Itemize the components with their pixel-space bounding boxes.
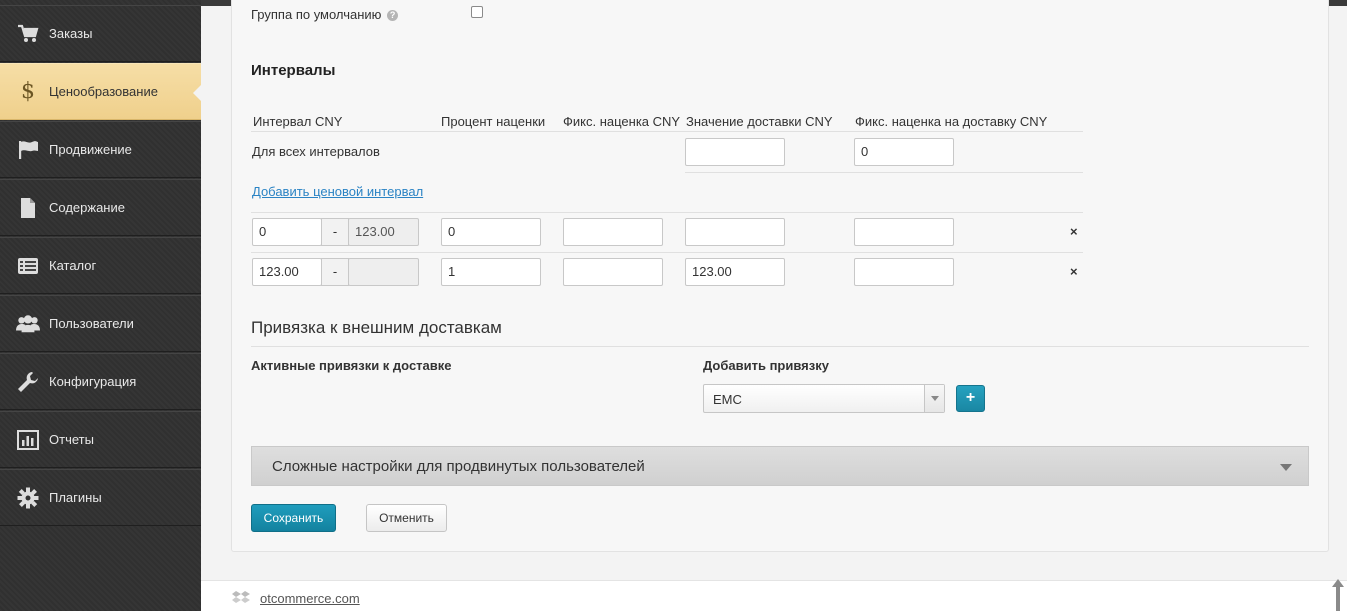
binding-title: Привязка к внешним доставкам — [251, 318, 502, 337]
divider — [251, 212, 1083, 213]
sidebar-item-label: Плагины — [49, 490, 102, 505]
chevron-down-icon[interactable] — [924, 385, 944, 412]
sidebar-item-label: Конфигурация — [49, 374, 137, 389]
sidebar-item-label: Содержание — [49, 200, 125, 215]
sidebar-item-label: Ценообразование — [49, 84, 158, 99]
cart-icon — [16, 23, 40, 45]
divider — [251, 131, 1083, 132]
document-icon — [16, 197, 40, 219]
sidebar-item-label: Каталог — [49, 258, 97, 273]
all-fixed-delivery-input[interactable]: 0 — [854, 138, 954, 166]
interval-to-input — [348, 258, 419, 286]
interval-separator: - — [321, 258, 349, 286]
all-intervals-label: Для всех интервалов — [252, 144, 380, 159]
otcommerce-logo-icon — [232, 590, 252, 607]
remove-interval-button[interactable]: × — [1070, 224, 1078, 239]
advanced-settings-accordion[interactable]: Сложные настройки для продвинутых пользо… — [251, 446, 1309, 486]
sidebar-item-label: Продвижение — [49, 142, 132, 157]
advanced-settings-label: Сложные настройки для продвинутых пользо… — [272, 458, 645, 475]
percent-input[interactable]: 0 — [441, 218, 541, 246]
help-icon[interactable]: ? — [387, 10, 399, 22]
fixed-markup-input[interactable] — [563, 258, 663, 286]
wrench-icon — [16, 371, 40, 393]
sidebar-item-content[interactable]: Содержание — [0, 179, 201, 236]
caret-down-icon — [1280, 464, 1292, 471]
percent-input[interactable]: 1 — [441, 258, 541, 286]
sidebar-item-pricing[interactable]: $ Ценообразование — [0, 63, 202, 120]
divider — [685, 172, 1083, 173]
active-bindings-label: Активные привязки к доставке — [251, 358, 452, 373]
cancel-button[interactable]: Отменить — [366, 504, 447, 532]
bar-chart-icon — [16, 429, 40, 451]
header-fixed-delivery: Фикс. наценка на доставку CNY — [855, 114, 1048, 129]
scroll-to-top-icon[interactable] — [1331, 578, 1345, 611]
interval-from-input[interactable]: 123.00 — [252, 258, 322, 286]
default-group-checkbox[interactable] — [471, 6, 483, 18]
gear-icon — [16, 487, 40, 509]
delivery-select-value: EMC — [713, 392, 742, 407]
fixed-delivery-input[interactable] — [854, 218, 954, 246]
header-interval: Интервал CNY — [253, 114, 343, 129]
add-binding-label: Добавить привязку — [703, 358, 829, 373]
sidebar: Заказы $ Ценообразование Продвижение Сод… — [0, 0, 202, 611]
sidebar-item-catalog[interactable]: Каталог — [0, 237, 201, 294]
default-group-label: Группа по умолчанию ? — [251, 7, 399, 22]
remove-interval-button[interactable]: × — [1070, 264, 1078, 279]
intervals-title: Интервалы — [251, 62, 336, 79]
delivery-select[interactable]: EMC — [703, 384, 945, 413]
sidebar-item-promotion[interactable]: Продвижение — [0, 121, 201, 178]
all-delivery-input[interactable] — [685, 138, 785, 166]
dollar-icon: $ — [21, 79, 35, 104]
sidebar-item-label: Отчеты — [49, 432, 94, 447]
add-binding-button[interactable]: + — [956, 385, 985, 412]
delivery-input[interactable]: 123.00 — [685, 258, 785, 286]
interval-separator: - — [321, 218, 349, 246]
divider — [251, 346, 1309, 347]
sidebar-item-users[interactable]: Пользователи — [0, 295, 201, 352]
footer-link[interactable]: otcommerce.com — [260, 591, 360, 606]
sidebar-item-reports[interactable]: Отчеты — [0, 411, 201, 468]
sidebar-item-configuration[interactable]: Конфигурация — [0, 353, 201, 410]
footer: otcommerce.com — [201, 580, 1347, 611]
header-fixed: Фикс. наценка CNY — [563, 114, 681, 129]
fixed-delivery-input[interactable] — [854, 258, 954, 286]
save-button[interactable]: Сохранить — [251, 504, 336, 532]
flag-icon — [16, 139, 40, 161]
sidebar-item-plugins[interactable]: Плагины — [0, 469, 201, 526]
header-percent: Процент наценки — [441, 114, 546, 129]
delivery-input[interactable] — [685, 218, 785, 246]
sidebar-item-orders[interactable]: Заказы — [0, 5, 201, 62]
sidebar-item-label: Пользователи — [49, 316, 134, 331]
interval-to-input: 123.00 — [348, 218, 419, 246]
fixed-markup-input[interactable] — [563, 218, 663, 246]
header-delivery: Значение доставки CNY — [686, 114, 833, 129]
add-price-interval-link[interactable]: Добавить ценовой интервал — [252, 184, 423, 199]
sidebar-item-label: Заказы — [49, 26, 93, 41]
interval-from-input[interactable]: 0 — [252, 218, 322, 246]
list-icon — [16, 255, 40, 277]
users-icon — [16, 313, 40, 335]
divider — [251, 252, 1083, 253]
